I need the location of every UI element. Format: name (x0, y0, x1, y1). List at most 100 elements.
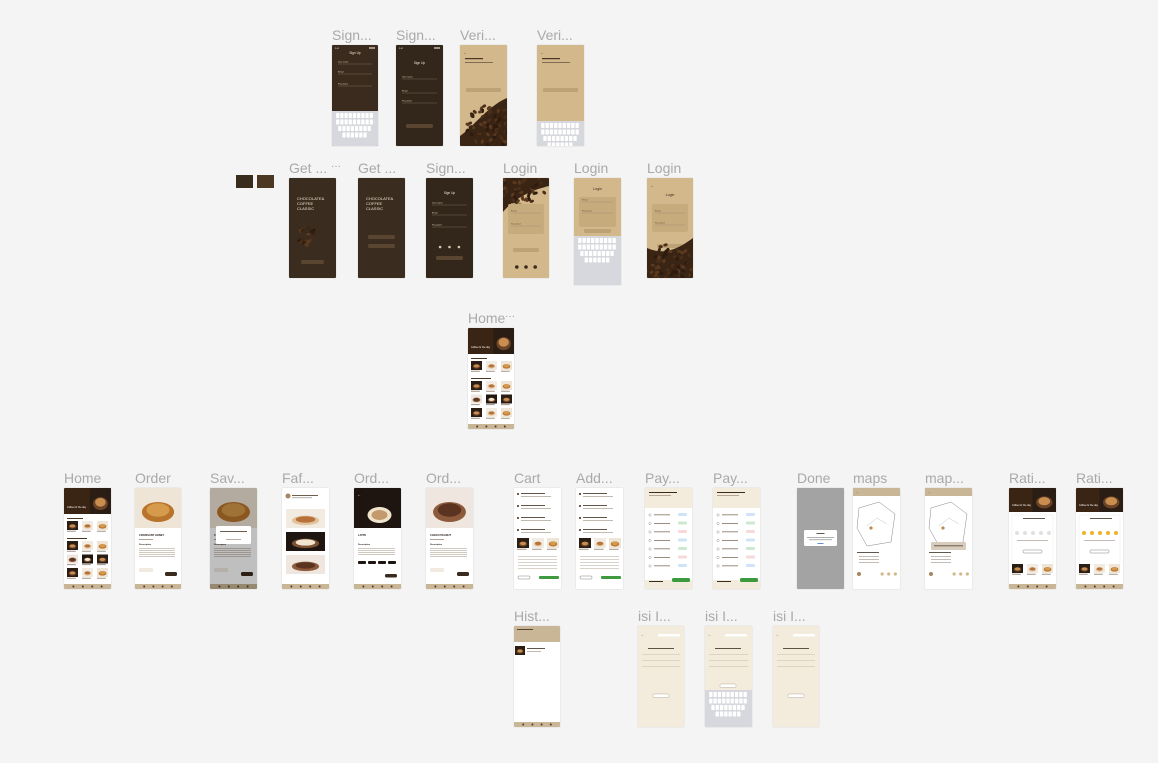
svg-text:Email: Email (582, 200, 588, 202)
frame-label[interactable]: Hist... (514, 608, 550, 624)
frame-label[interactable]: Home (468, 310, 505, 326)
screen-frame-home-main[interactable]: Coffee for the day (468, 328, 514, 429)
frame-label[interactable]: Veri... (460, 27, 496, 43)
svg-text:CLASSIC: CLASSIC (297, 206, 314, 211)
screen-thumbnail: ← (853, 488, 900, 589)
screen-frame-signup-2[interactable]: 9:41 Sign Up User name Email Password (396, 45, 443, 146)
screen-frame-getstarted-1[interactable]: CHOCOLATE& COFFEE CLASSIC (289, 178, 336, 278)
screen-frame-history[interactable] (514, 626, 560, 727)
screen-frame-order-choco[interactable]: CHOCO PEANUT Description (426, 488, 473, 589)
frame-label[interactable]: maps (853, 470, 887, 486)
svg-text:Description: Description (430, 543, 443, 546)
svg-text:Email: Email (338, 72, 344, 74)
svg-text:Coffee for the day: Coffee for the day (1079, 504, 1099, 507)
frame-more-icon[interactable]: ··· (505, 311, 515, 322)
svg-text:Email: Email (432, 213, 438, 215)
screen-thumbnail: CHOCOLATE&COFFEECLASSIC (358, 178, 405, 278)
screen-frame-isi-1[interactable]: ← (638, 626, 684, 727)
screen-thumbnail (797, 488, 844, 589)
design-canvas: Sign... 9:41 Sign Up user name Email Password… (0, 0, 1158, 763)
screen-frame-cart[interactable] (514, 488, 561, 589)
frame-label[interactable]: Pay... (713, 470, 748, 486)
svg-text:Login: Login (593, 187, 602, 191)
frame-label[interactable]: Cart (514, 470, 540, 486)
frame-label[interactable]: Home (64, 470, 101, 486)
screen-thumbnail (576, 488, 623, 589)
screen-frame-order-latte[interactable]: ← LATTE Description (354, 488, 401, 589)
svg-text:Password: Password (338, 83, 348, 86)
screen-frame-isi-3[interactable]: ← (773, 626, 819, 727)
frame-label[interactable]: Login (503, 160, 537, 176)
svg-text:Email: Email (402, 91, 408, 93)
svg-text:←: ← (650, 183, 654, 188)
frame-label[interactable]: Faf... (282, 470, 314, 486)
screen-frame-login-3[interactable]: ← Login Email Password (647, 178, 693, 278)
svg-text:Sign Up: Sign Up (414, 61, 426, 65)
frame-label[interactable]: Sign... (332, 27, 372, 43)
frame-label[interactable]: Sign... (396, 27, 436, 43)
screen-frame-done[interactable] (797, 488, 844, 589)
screen-frame-favorite[interactable] (282, 488, 329, 589)
color-swatch-1[interactable] (236, 175, 253, 188)
screen-frame-home-2[interactable]: Coffee for the day (64, 488, 111, 589)
screen-frame-rating-2[interactable]: Coffee for the day (1076, 488, 1123, 589)
screen-thumbnail: ← Login Email Password (647, 178, 693, 278)
frame-label[interactable]: isi I... (773, 608, 806, 624)
screen-frame-signup-1[interactable]: 9:41 Sign Up user name Email Password (332, 45, 378, 146)
frame-label[interactable]: Ord... (426, 470, 461, 486)
screen-frame-isi-2[interactable]: ← (705, 626, 752, 727)
screen-frame-add-cart[interactable] (576, 488, 623, 589)
screen-frame-signup-3[interactable]: Sign Up User name Email Password (426, 178, 473, 278)
svg-text:CLASSIC: CLASSIC (366, 206, 383, 211)
screen-frame-verify-1[interactable]: ← (460, 45, 507, 146)
frame-label[interactable]: Done (797, 470, 830, 486)
svg-text:←: ← (776, 633, 779, 637)
screen-thumbnail: Coffee for the day (468, 328, 514, 429)
svg-text:Coffee for the day: Coffee for the day (471, 346, 491, 349)
frame-label[interactable]: Get ... (289, 160, 327, 176)
screen-thumbnail (514, 488, 561, 589)
screen-frame-order[interactable]: CROISSANT HONEY Description (135, 488, 181, 589)
frame-label[interactable]: Login (647, 160, 681, 176)
svg-text:Password: Password (582, 210, 592, 213)
screen-frame-verify-2[interactable]: ← (537, 45, 584, 146)
screen-thumbnail: ← (638, 626, 684, 727)
frame-label[interactable]: Rati... (1009, 470, 1046, 486)
screen-thumbnail (645, 488, 692, 589)
frame-label[interactable]: Ord... (354, 470, 389, 486)
svg-text:Password: Password (402, 100, 412, 103)
screen-thumbnail: ← LATTE Description (354, 488, 401, 589)
color-swatch-2[interactable] (257, 175, 274, 188)
frame-label[interactable]: Get ... (358, 160, 396, 176)
frame-label[interactable]: Login (574, 160, 608, 176)
frame-label[interactable]: Sign... (426, 160, 466, 176)
frame-label[interactable]: Rati... (1076, 470, 1113, 486)
frame-label[interactable]: isi I... (705, 608, 738, 624)
svg-text:Coffee for the day: Coffee for the day (1012, 504, 1032, 507)
frame-more-icon[interactable]: ··· (331, 161, 341, 172)
svg-text:←: ← (357, 492, 361, 497)
frame-label[interactable]: map... (925, 470, 964, 486)
frame-label[interactable]: Sav... (210, 470, 245, 486)
screen-frame-pay-1[interactable] (645, 488, 692, 589)
frame-label[interactable]: Add... (576, 470, 613, 486)
frame-label[interactable]: Order (135, 470, 171, 486)
frame-label[interactable]: Veri... (537, 27, 573, 43)
svg-text:Password: Password (511, 223, 521, 226)
screen-thumbnail: 9:41Sign UpUser nameEmailPassword (396, 45, 443, 146)
svg-text:←: ← (708, 633, 711, 637)
screen-frame-pay-2[interactable] (713, 488, 760, 589)
screen-frame-maps[interactable]: ← (853, 488, 900, 589)
frame-label[interactable]: Pay... (645, 470, 680, 486)
screen-frame-rating-1[interactable]: Coffee for the day (1009, 488, 1056, 589)
svg-text:←: ← (540, 50, 544, 55)
screen-frame-login-2[interactable]: Login Email Password (574, 178, 621, 285)
screen-thumbnail (514, 626, 560, 727)
screen-frame-maps-2[interactable]: ← (925, 488, 972, 589)
screen-frame-login-1[interactable]: Email Password (503, 178, 549, 278)
screen-frame-saved[interactable]: CROISSANT HONEYDescription (210, 488, 257, 589)
frame-label[interactable]: isi I... (638, 608, 671, 624)
screen-thumbnail: ← (460, 45, 507, 146)
svg-text:Sign Up: Sign Up (444, 191, 456, 195)
screen-frame-getstarted-2[interactable]: CHOCOLATE& COFFEE CLASSIC (358, 178, 405, 278)
